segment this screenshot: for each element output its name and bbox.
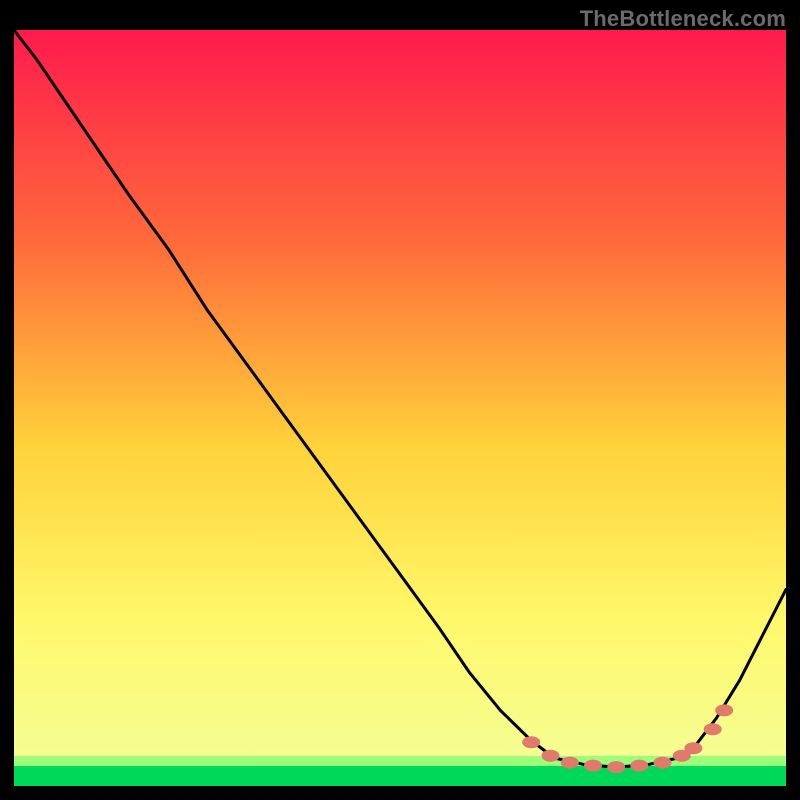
chart-frame: [14, 30, 786, 786]
curve-marker: [684, 742, 702, 754]
curve-marker: [607, 761, 625, 773]
watermark-text: TheBottleneck.com: [580, 6, 786, 32]
curve-marker: [522, 736, 540, 748]
curve-marker: [704, 723, 722, 735]
curve-marker: [715, 704, 733, 716]
curve-marker: [584, 760, 602, 772]
green-band-dark: [14, 766, 786, 786]
curve-marker: [630, 760, 648, 772]
curve-marker: [561, 757, 579, 769]
curve-marker: [542, 750, 560, 762]
bottleneck-plot: [14, 30, 786, 786]
curve-marker: [654, 757, 672, 769]
gradient-background: [14, 30, 786, 786]
